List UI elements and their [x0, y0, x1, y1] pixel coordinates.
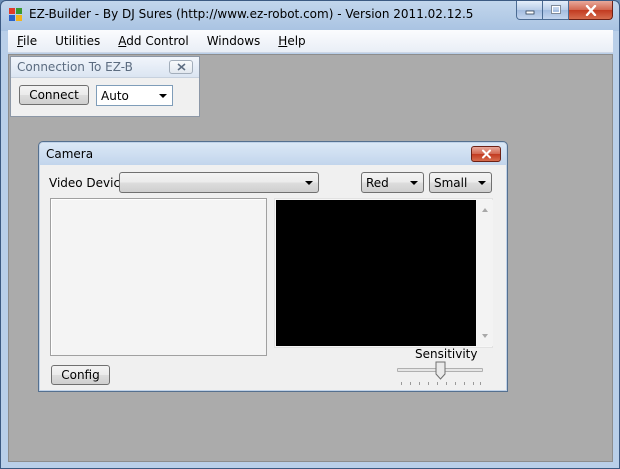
sensitivity-label: Sensitivity [415, 347, 478, 361]
menu-add-control[interactable]: Add Control [109, 30, 197, 53]
camera-title: Camera [46, 147, 94, 161]
menu-utilities[interactable]: Utilities [46, 30, 109, 53]
close-button[interactable] [569, 1, 613, 20]
connection-title-bar[interactable]: Connection To EZ-B [11, 57, 199, 78]
maximize-button[interactable] [543, 1, 569, 20]
camera-window: Camera Video Device Red Small Sensitivit… [38, 141, 508, 392]
minimize-button[interactable] [516, 1, 543, 20]
chevron-down-icon [159, 94, 167, 98]
menu-help[interactable]: Help [269, 30, 314, 53]
size-value: Small [434, 176, 468, 190]
camera-body: Video Device Red Small Sensitivity Confi… [43, 166, 503, 389]
video-display [276, 200, 476, 346]
color-select[interactable]: Red [361, 172, 424, 193]
close-icon [177, 63, 185, 71]
color-value: Red [366, 176, 389, 190]
port-value: Auto [101, 89, 129, 103]
caption-buttons [516, 1, 613, 20]
menu-bar: File Utilities Add Control Windows Help [8, 30, 613, 53]
sensitivity-ticks [401, 382, 481, 385]
menu-file[interactable]: File [8, 30, 46, 53]
sensitivity-slider-thumb[interactable] [435, 361, 446, 380]
video-device-select[interactable] [119, 172, 319, 193]
title-bar[interactable]: EZ-Builder - By DJ Sures (http://www.ez-… [1, 1, 619, 29]
tracking-info-panel [50, 198, 267, 356]
chevron-down-icon [478, 181, 486, 185]
camera-close-button[interactable] [471, 146, 501, 162]
minimize-icon [525, 10, 534, 15]
scroll-up-icon [482, 208, 488, 212]
menu-windows[interactable]: Windows [198, 30, 270, 53]
close-icon [481, 149, 491, 159]
chevron-down-icon [305, 181, 313, 185]
maximize-icon [550, 5, 561, 14]
camera-title-bar[interactable]: Camera [40, 143, 506, 165]
chevron-down-icon [410, 181, 418, 185]
connection-window: Connection To EZ-B Connect Auto [10, 56, 200, 117]
video-panel [274, 198, 493, 348]
connection-title: Connection To EZ-B [17, 60, 133, 74]
connect-button[interactable]: Connect [19, 85, 89, 105]
config-button[interactable]: Config [51, 365, 110, 385]
video-device-label: Video Device [49, 176, 128, 190]
close-icon [585, 4, 596, 16]
port-select[interactable]: Auto [96, 85, 173, 106]
video-scrollbar[interactable] [477, 200, 493, 346]
scroll-down-icon [482, 334, 488, 338]
connection-close-button[interactable] [169, 60, 193, 74]
window-title: EZ-Builder - By DJ Sures (http://www.ez-… [29, 7, 474, 21]
size-select[interactable]: Small [429, 172, 492, 193]
app-icon[interactable] [9, 8, 23, 22]
